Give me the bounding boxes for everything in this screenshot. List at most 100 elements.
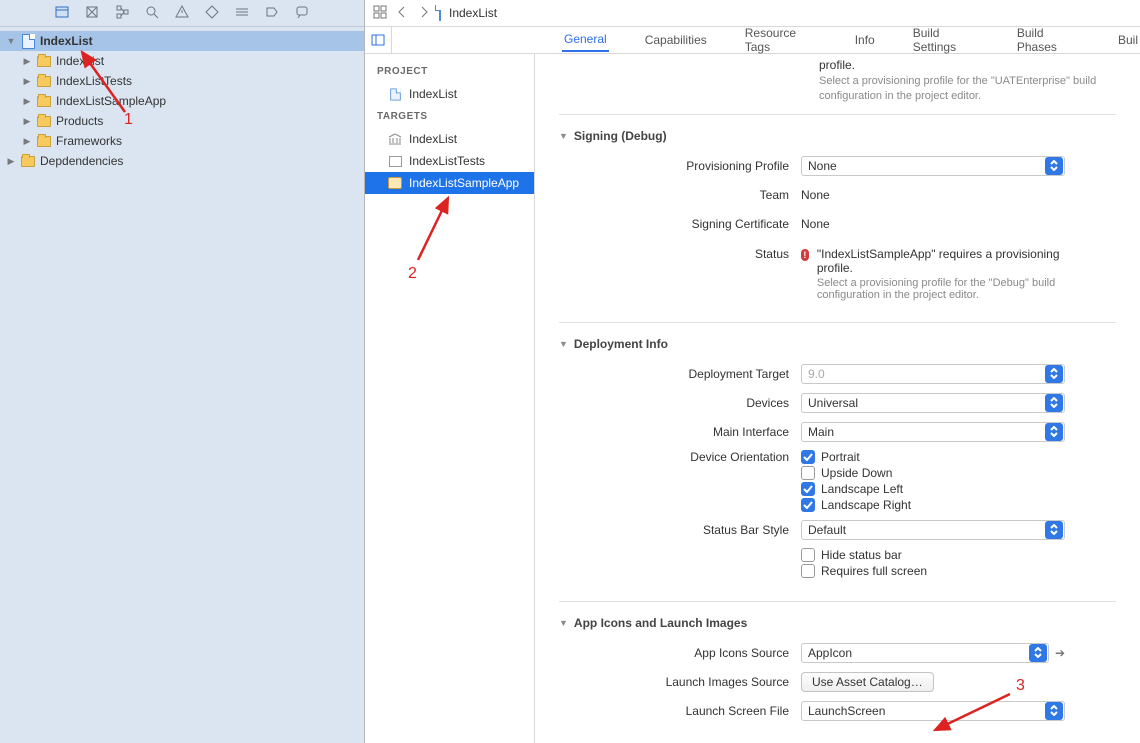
tree-item-label: IndexListSampleApp [56, 94, 166, 108]
tree-folder[interactable]: ▶ IndexListTests [0, 71, 364, 91]
app-icons-section: ▼ App Icons and Launch Images App Icons … [559, 602, 1116, 743]
folder-icon [36, 74, 52, 88]
debug-navigator-icon[interactable] [234, 4, 250, 23]
files-navigator-icon[interactable] [54, 4, 70, 23]
hide-status-bar-checkbox[interactable]: Hide status bar [801, 548, 1065, 562]
label-device-orientation: Device Orientation [559, 448, 801, 464]
target-item[interactable]: IndexListTests [365, 150, 534, 172]
prior-status-fragment: profile. Select a provisioning profile f… [559, 54, 1116, 115]
label-devices: Devices [559, 396, 801, 410]
tree-folder[interactable]: ▶ Products [0, 111, 364, 131]
folder-icon [36, 94, 52, 108]
orientation-upside-down[interactable]: Upside Down [801, 466, 1065, 480]
find-navigator-icon[interactable] [144, 4, 160, 23]
target-item-label: IndexList [409, 132, 457, 146]
source-control-icon[interactable] [84, 4, 100, 23]
disclosure-triangle-icon[interactable]: ▼ [6, 36, 16, 46]
disclosure-triangle-icon[interactable]: ▼ [559, 618, 568, 628]
editor-tab-bar: General Capabilities Resource Tags Info … [365, 27, 1140, 54]
tab-build-settings[interactable]: Build Settings [911, 22, 981, 58]
tab-build-rules[interactable]: Buil [1116, 29, 1140, 51]
use-asset-catalog-button[interactable]: Use Asset Catalog… [801, 672, 934, 692]
forward-button[interactable] [417, 5, 431, 22]
tab-build-phases[interactable]: Build Phases [1015, 22, 1082, 58]
tree-folder[interactable]: ▶ Depdendencies [0, 151, 364, 171]
deployment-target-combo[interactable]: 9.0 [801, 364, 1065, 384]
project-tabs: General Capabilities Resource Tags Info … [562, 22, 1140, 58]
test-target-icon [387, 154, 403, 168]
folder-icon [20, 154, 36, 168]
tree-folder[interactable]: ▶ IndexListSampleApp [0, 91, 364, 111]
test-navigator-icon[interactable] [204, 4, 220, 23]
disclosure-triangle-icon[interactable]: ▶ [22, 56, 32, 67]
go-to-asset-icon[interactable]: ➔ [1055, 646, 1065, 660]
checkbox-icon[interactable] [801, 466, 815, 480]
label-main-interface: Main Interface [559, 425, 801, 439]
folder-icon [36, 134, 52, 148]
section-header[interactable]: ▼ Deployment Info [559, 337, 1116, 351]
label-app-icons-source: App Icons Source [559, 646, 801, 660]
disclosure-triangle-icon[interactable]: ▶ [22, 96, 32, 107]
breakpoint-navigator-icon[interactable] [264, 4, 280, 23]
orientation-portrait[interactable]: Portrait [801, 450, 1065, 464]
tree-item-label: Products [56, 114, 103, 128]
folder-icon [36, 114, 52, 128]
project-icon [387, 87, 403, 101]
disclosure-triangle-icon[interactable]: ▶ [22, 136, 32, 147]
file-tree: ▼ IndexList ▶ IndexList ▶ IndexListTests… [0, 27, 364, 743]
report-navigator-icon[interactable] [294, 4, 310, 23]
label-launch-images-source: Launch Images Source [559, 675, 801, 689]
detail-pane[interactable]: profile. Select a provisioning profile f… [535, 54, 1140, 743]
symbol-navigator-icon[interactable] [114, 4, 130, 23]
launch-screen-file-combo[interactable]: LaunchScreen [801, 701, 1065, 721]
side-panel-toggle[interactable] [365, 27, 392, 54]
disclosure-triangle-icon[interactable]: ▶ [22, 116, 32, 127]
checkbox-icon[interactable] [801, 564, 815, 578]
project-item[interactable]: IndexList [365, 83, 534, 105]
requires-full-screen-checkbox[interactable]: Requires full screen [801, 564, 1065, 578]
devices-select[interactable]: Universal [801, 393, 1065, 413]
app-icons-source-select[interactable]: AppIcon [801, 643, 1049, 663]
crumb-title[interactable]: IndexList [449, 6, 497, 20]
provisioning-profile-select[interactable]: None [801, 156, 1065, 176]
checkbox-icon[interactable] [801, 450, 815, 464]
disclosure-triangle-icon[interactable]: ▼ [559, 131, 568, 141]
team-value: None [801, 188, 830, 202]
disclosure-triangle-icon[interactable]: ▶ [22, 76, 32, 87]
disclosure-triangle-icon[interactable]: ▼ [559, 339, 568, 349]
disclosure-triangle-icon[interactable]: ▶ [6, 156, 16, 167]
tab-resource-tags[interactable]: Resource Tags [743, 22, 819, 58]
checkbox-icon[interactable] [801, 482, 815, 496]
back-button[interactable] [395, 5, 409, 22]
section-header[interactable]: ▼ Signing (Debug) [559, 129, 1116, 143]
tree-folder[interactable]: ▶ Frameworks [0, 131, 364, 151]
status-bar-style-select[interactable]: Default [801, 520, 1065, 540]
label-deployment-target: Deployment Target [559, 367, 801, 381]
checkbox-icon[interactable] [801, 548, 815, 562]
project-root[interactable]: ▼ IndexList [0, 31, 364, 51]
targets-panel: PROJECT IndexList TARGETS IndexList Inde… [365, 54, 535, 743]
orientation-landscape-left[interactable]: Landscape Left [801, 482, 1065, 496]
label-status: Status [559, 247, 801, 261]
framework-icon [387, 132, 403, 146]
editor-area: IndexList General Capabilities Resource … [365, 0, 1140, 743]
tree-item-label: IndexListTests [56, 74, 132, 88]
related-items-icon[interactable] [373, 5, 387, 22]
tab-capabilities[interactable]: Capabilities [643, 29, 709, 51]
target-item-selected[interactable]: IndexListSampleApp [365, 172, 534, 194]
deployment-info-section: ▼ Deployment Info Deployment Target 9.0 … [559, 323, 1116, 602]
project-icon [20, 34, 36, 48]
orientation-landscape-right[interactable]: Landscape Right [801, 498, 1065, 512]
tree-folder[interactable]: ▶ IndexList [0, 51, 364, 71]
checkbox-icon[interactable] [801, 498, 815, 512]
issue-navigator-icon[interactable] [174, 4, 190, 23]
target-item-label: IndexListTests [409, 154, 485, 168]
tree-item-label: IndexList [56, 54, 104, 68]
tab-info[interactable]: Info [853, 29, 877, 51]
label-launch-screen-file: Launch Screen File [559, 704, 801, 718]
project-item-label: IndexList [409, 87, 457, 101]
tab-general[interactable]: General [562, 28, 609, 52]
main-interface-combo[interactable]: Main [801, 422, 1065, 442]
section-header[interactable]: ▼ App Icons and Launch Images [559, 616, 1116, 630]
target-item[interactable]: IndexList [365, 128, 534, 150]
